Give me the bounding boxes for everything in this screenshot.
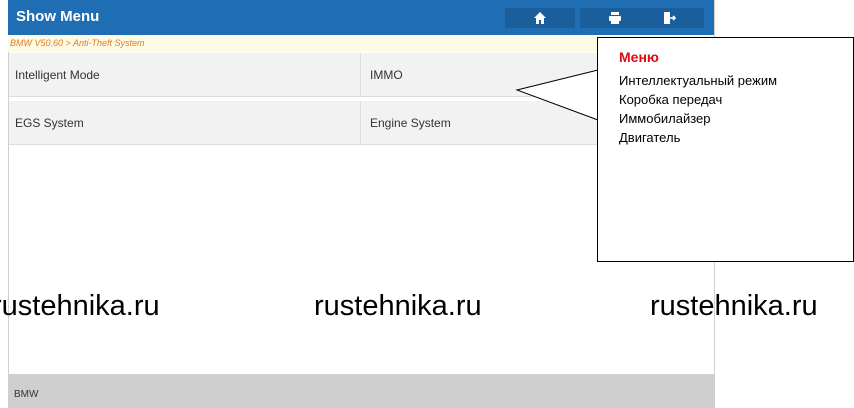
callout-box: Меню Интеллектуальный режим Коробка пере… <box>597 37 854 262</box>
title-bar: Show Menu <box>8 0 714 35</box>
callout-title: Меню <box>619 49 659 65</box>
print-icon <box>609 12 621 24</box>
page-title: Show Menu <box>16 8 100 25</box>
home-button[interactable] <box>505 8 575 28</box>
menu-item-label: Intelligent Mode <box>15 67 100 82</box>
menu-item-label: IMMO <box>370 67 403 82</box>
callout-item: Двигатель <box>619 130 681 145</box>
menu-item-egs-system[interactable]: EGS System <box>9 101 361 145</box>
menu-item-intelligent-mode[interactable]: Intelligent Mode <box>9 53 361 97</box>
exit-button[interactable] <box>634 8 704 28</box>
callout-item: Интеллектуальный режим <box>619 73 778 88</box>
callout-pointer <box>515 69 599 121</box>
status-bar: BMW <box>8 374 714 408</box>
exit-icon <box>664 12 676 24</box>
vehicle-label: BMW <box>14 389 39 400</box>
watermark-text: rustehnika.ru <box>650 290 818 322</box>
callout-item: Коробка передач <box>619 92 723 107</box>
watermark-text: rustehnika.ru <box>314 290 482 322</box>
breadcrumb-text: BMW V50.60 > Anti-Theft System <box>10 38 145 48</box>
menu-item-label: EGS System <box>15 115 84 130</box>
watermark-text: rustehnika.ru <box>0 290 160 322</box>
menu-item-label: Engine System <box>370 115 451 130</box>
home-icon <box>534 12 546 24</box>
callout-item: Иммобилайзер <box>619 111 711 126</box>
